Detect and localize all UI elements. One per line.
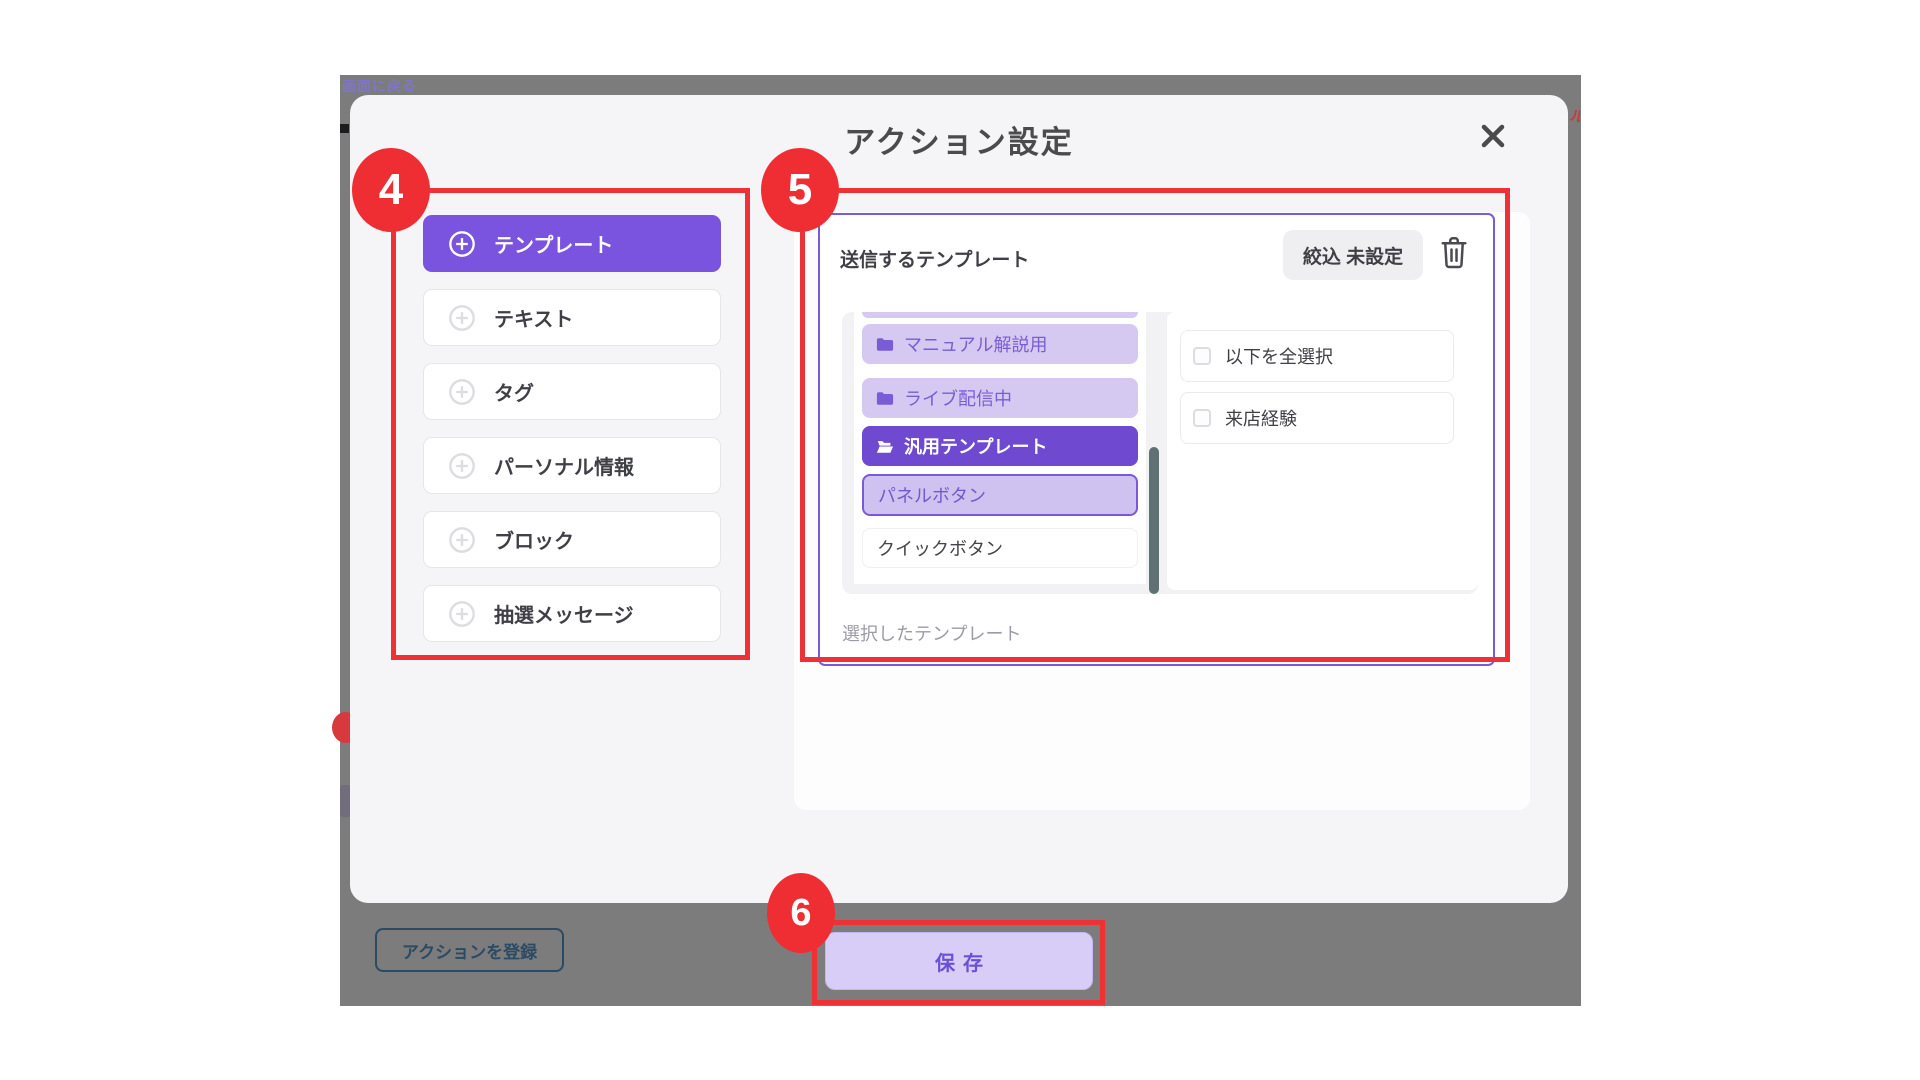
- annotation-number: 6: [790, 892, 811, 935]
- annotation-number: 4: [379, 165, 403, 215]
- annotation-badge-6: 6: [767, 873, 835, 953]
- annotation-rect-5: [800, 188, 1510, 662]
- annotation-badge-5: 5: [761, 148, 839, 232]
- modal-title: アクション設定: [350, 117, 1568, 162]
- annotation-number: 5: [788, 165, 812, 215]
- clipped-page-fragment: [340, 124, 349, 133]
- close-button[interactable]: [1476, 119, 1510, 153]
- annotation-rect-6: [812, 920, 1105, 1005]
- annotation-badge-4: 4: [352, 148, 430, 232]
- back-to-screen-link[interactable]: 画面に戻る: [342, 76, 417, 96]
- clipped-page-fragment: ル: [1570, 110, 1580, 152]
- close-icon: [1480, 123, 1506, 149]
- annotation-rect-4: [391, 188, 750, 660]
- register-action-button[interactable]: アクションを登録: [375, 928, 564, 972]
